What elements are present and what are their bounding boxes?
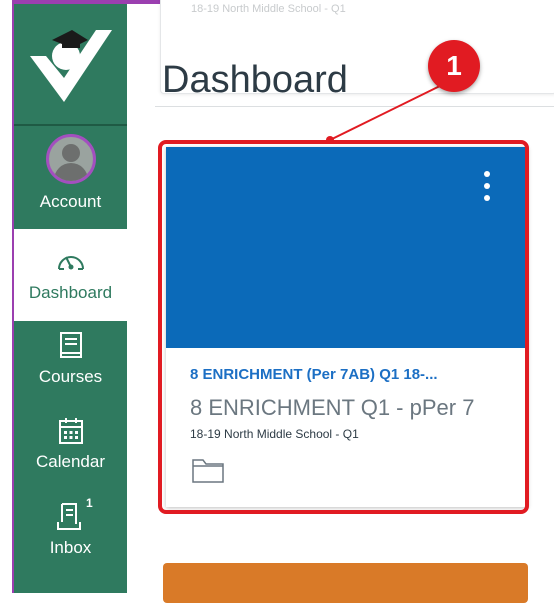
speedometer-icon (57, 256, 84, 270)
previous-card-term: 18-19 North Middle School - Q1 (191, 3, 346, 15)
nav-label-courses: Courses (38, 367, 103, 386)
nav-item-dashboard[interactable]: Dashboard (14, 229, 127, 321)
inbox-unread-badge: 1 (86, 496, 93, 510)
nav-item-account[interactable]: Account (14, 134, 127, 218)
nav-item-inbox[interactable]: 1 Inbox (14, 496, 127, 576)
logo[interactable] (14, 4, 127, 124)
calendar-icon (58, 418, 83, 444)
nav-label-inbox: Inbox (49, 538, 92, 557)
nav-label-account: Account (39, 192, 102, 211)
nav-label-calendar: Calendar (36, 452, 105, 471)
checkmark-logo-icon (30, 30, 112, 102)
global-navigation: Account Dashboard Courses Calendar 1 Inb… (14, 4, 127, 593)
nav-label-dashboard: Dashboard (28, 283, 113, 302)
book-icon (59, 332, 82, 358)
step-callout: 1 (428, 40, 480, 92)
sidebar-divider (14, 124, 127, 126)
avatar (45, 134, 96, 184)
nav-item-courses[interactable]: Courses (14, 331, 127, 401)
header-divider (155, 106, 554, 107)
nav-item-calendar[interactable]: Calendar (14, 416, 127, 488)
next-course-card[interactable] (163, 563, 528, 603)
page-title: Dashboard (162, 59, 348, 102)
inbox-icon (56, 503, 81, 530)
highlight-box (158, 140, 529, 514)
